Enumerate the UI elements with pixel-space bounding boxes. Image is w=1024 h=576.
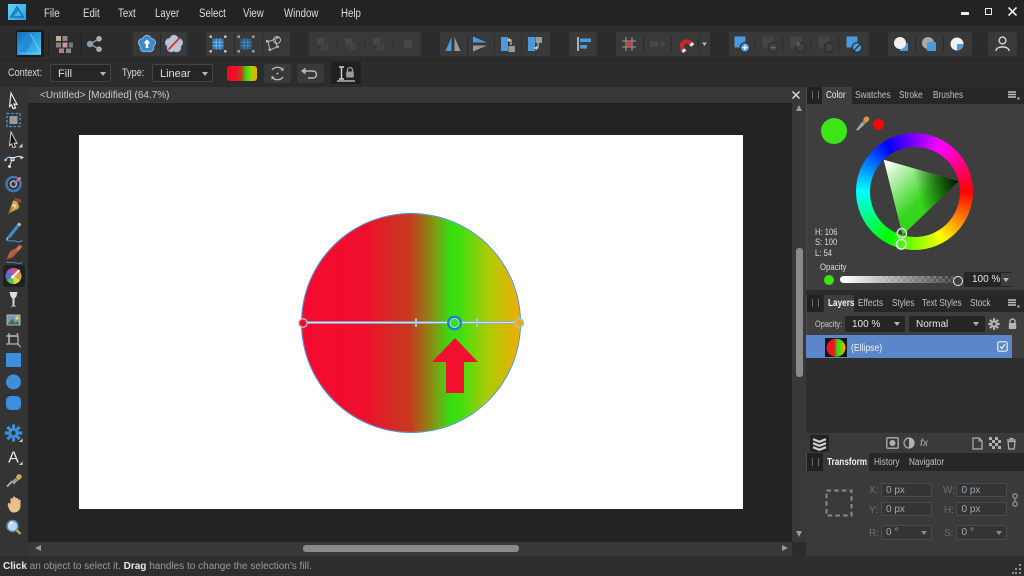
svg-text:A: A [8, 450, 19, 467]
